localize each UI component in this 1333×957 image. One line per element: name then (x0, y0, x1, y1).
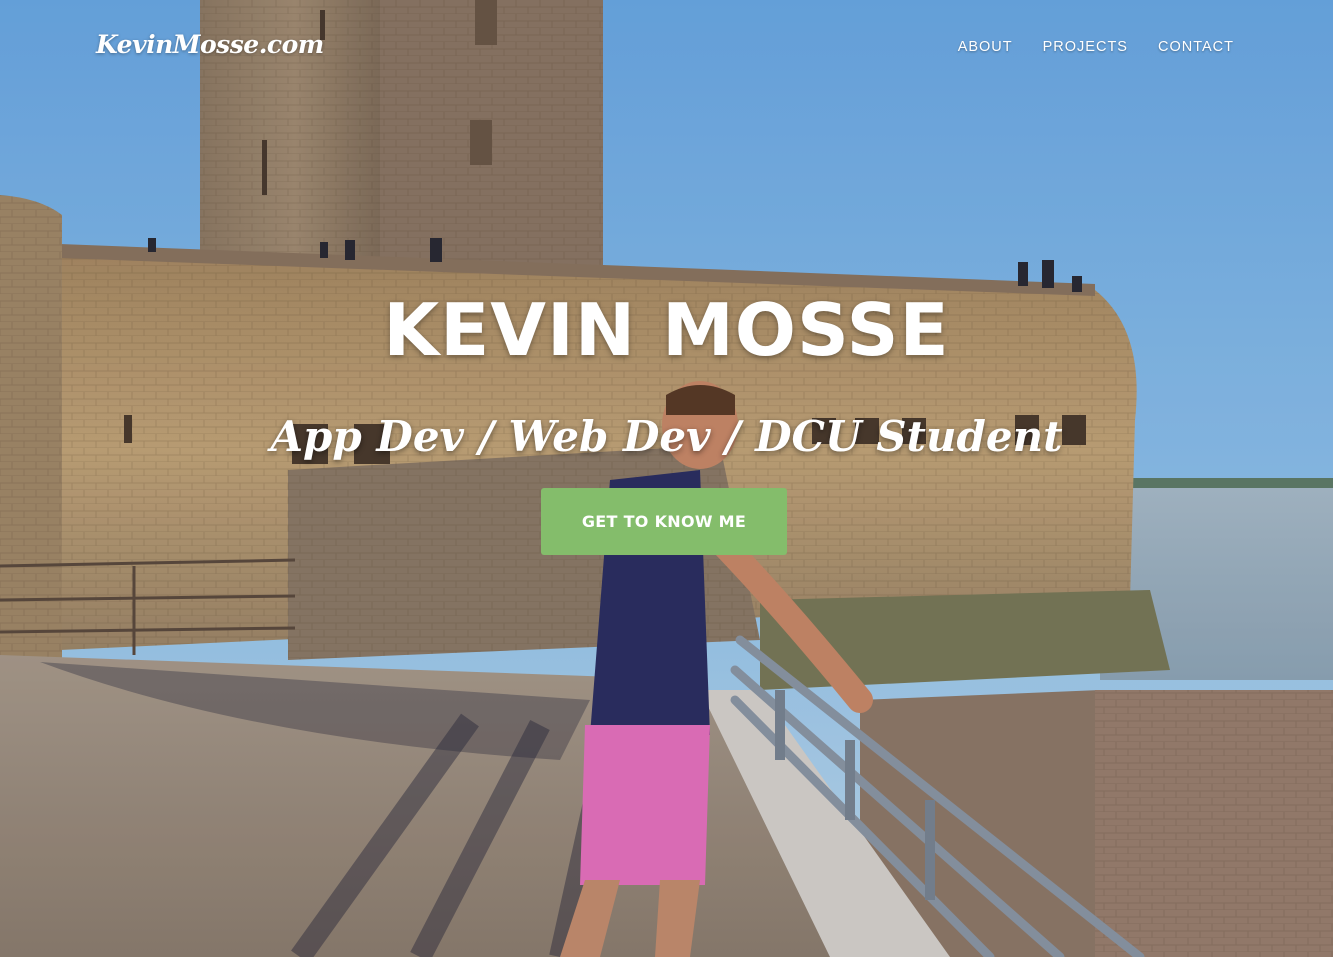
hero-subtitle: App Dev / Web Dev / DCU Student (270, 412, 1063, 461)
nav-item-contact[interactable]: CONTACT (1158, 39, 1234, 55)
hero-background-photo (0, 0, 1333, 957)
nav-item-about[interactable]: ABOUT (958, 39, 1013, 55)
hero-section: KevinMosse.com ABOUT PROJECTS CONTACT KE… (0, 0, 1333, 957)
top-navbar: KevinMosse.com ABOUT PROJECTS CONTACT (0, 0, 1333, 96)
brand-logo-link[interactable]: KevinMosse.com (96, 30, 324, 59)
get-to-know-me-button[interactable]: GET TO KNOW ME (541, 488, 787, 555)
nav-links: ABOUT PROJECTS CONTACT (958, 39, 1234, 55)
nav-item-projects[interactable]: PROJECTS (1043, 39, 1128, 55)
hero-title: KEVIN MOSSE (383, 288, 950, 372)
